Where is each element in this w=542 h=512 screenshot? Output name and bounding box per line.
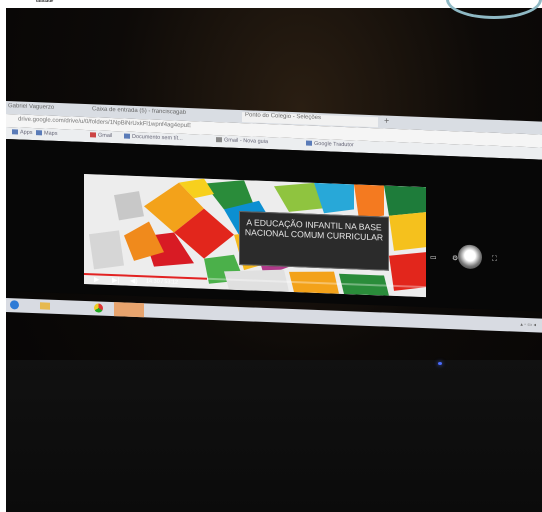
keyboard-led — [438, 362, 442, 365]
volume-icon[interactable]: ◀) — [130, 277, 138, 285]
maps-icon — [36, 130, 42, 136]
active-task-button[interactable] — [114, 302, 144, 318]
new-tab-button[interactable]: + — [384, 116, 389, 126]
bookmark-item[interactable]: Gmail — [90, 132, 112, 139]
bookmark-item[interactable]: Google Tradutor — [306, 140, 354, 148]
next-icon[interactable]: ▶| — [112, 276, 119, 284]
bookmark-item[interactable]: Maps — [36, 130, 57, 137]
time-display: 14:30 / 53:12 — [146, 278, 179, 286]
start-button-icon[interactable] — [10, 300, 19, 310]
translate-icon — [306, 140, 312, 146]
video-player[interactable]: A EDUCAÇÃO INFANTIL NA BASE NACIONAL COM… — [84, 173, 426, 298]
play-icon[interactable]: ▶ — [94, 275, 99, 283]
docs-icon — [124, 133, 130, 139]
monitor-screen: Gabriel Vaguerzo Caixa de entrada (5) - … — [6, 95, 542, 356]
photo-scene: unidade Gabriel Vaguerzo Caixa de entrad… — [0, 0, 542, 512]
system-tray: ▴ ◦ ▭ ◂ — [520, 321, 536, 329]
gmail-icon — [90, 132, 96, 138]
bookmark-item[interactable]: Gmail - Nova guia — [216, 137, 268, 145]
channel-avatar[interactable] — [458, 244, 482, 270]
video-title: A EDUCAÇÃO INFANTIL NA BASE NACIONAL COM… — [244, 217, 384, 243]
chrome-icon[interactable] — [94, 303, 103, 313]
institution-logo-corner: unidade — [36, 0, 54, 4]
apps-icon — [12, 129, 18, 135]
page-viewport: A EDUCAÇÃO INFANTIL NA BASE NACIONAL COM… — [6, 139, 542, 312]
bookmark-item[interactable]: Documento sem tít... — [124, 133, 183, 142]
fullscreen-icon[interactable]: ⛶ — [492, 256, 497, 264]
bookmark-item[interactable]: Apps — [12, 129, 33, 136]
keyboard-shadow — [6, 360, 542, 512]
video-title-card: A EDUCAÇÃO INFANTIL NA BASE NACIONAL COM… — [239, 210, 389, 271]
file-explorer-icon[interactable] — [40, 302, 50, 310]
globe-icon — [216, 137, 222, 143]
captions-icon[interactable]: ▭ — [430, 253, 437, 261]
